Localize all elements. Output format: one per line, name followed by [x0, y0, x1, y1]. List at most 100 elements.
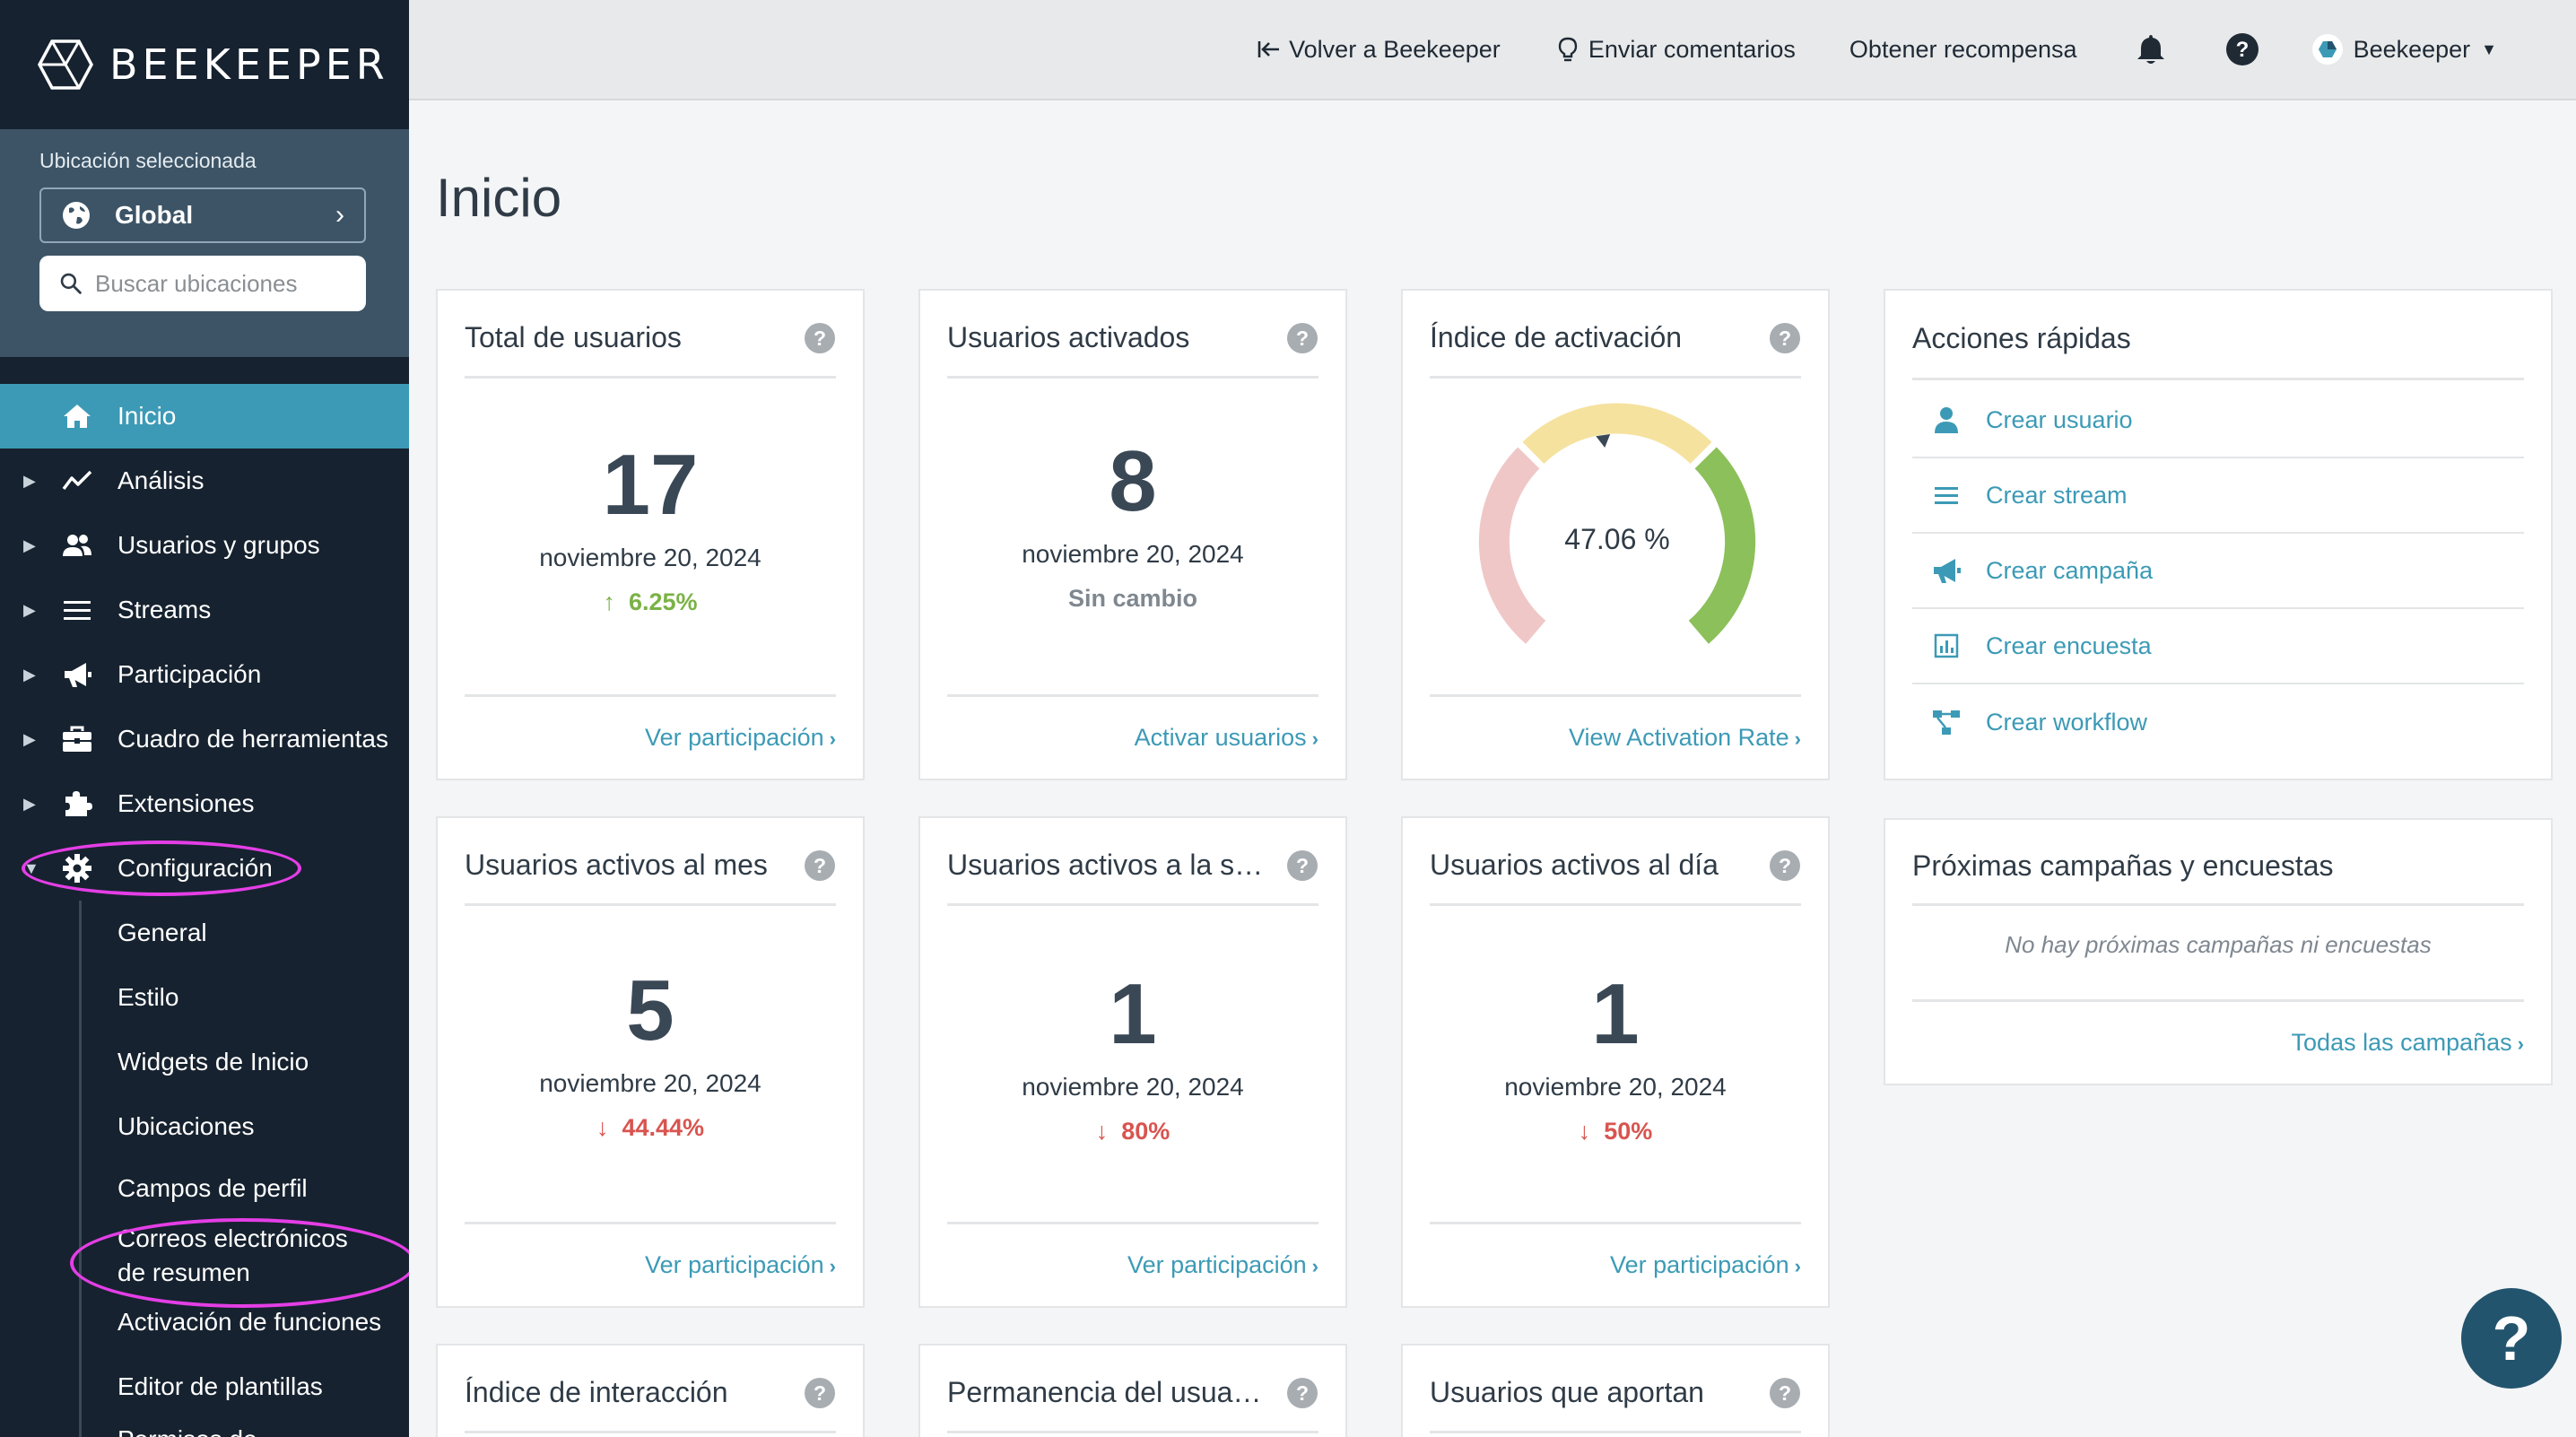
- quick-action-crear-stream[interactable]: Crear stream: [1912, 458, 2524, 534]
- quick-action-crear-usuario[interactable]: Crear usuario: [1912, 383, 2524, 458]
- sub-item-general[interactable]: General: [0, 901, 409, 965]
- arrow-up-icon: ↑: [603, 588, 629, 615]
- sub-item-ubicaciones[interactable]: Ubicaciones: [0, 1094, 409, 1159]
- sub-item-widgets[interactable]: Widgets de Inicio: [0, 1030, 409, 1094]
- sub-item-permisos[interactable]: Permisos de: [0, 1423, 409, 1437]
- gauge-segment-low: [1478, 447, 1546, 644]
- view-participation-link[interactable]: Ver participación ›: [645, 1251, 836, 1279]
- help-icon[interactable]: ?: [1769, 849, 1801, 882]
- globe-icon: [63, 202, 90, 229]
- link-label: Ver participación: [1127, 1251, 1307, 1278]
- user-name: Beekeeper: [2353, 35, 2471, 63]
- gauge-value: 47.06 %: [1564, 523, 1669, 555]
- sub-item-editor-plantillas[interactable]: Editor de plantillas: [0, 1351, 409, 1423]
- chevron-right-icon: ›: [829, 727, 836, 750]
- view-activation-rate-link[interactable]: View Activation Rate ›: [1569, 724, 1801, 752]
- card-header: Total de usuarios ?: [465, 291, 836, 379]
- sub-item-correos-resumen[interactable]: Correos electrónicos de resumen: [0, 1218, 377, 1293]
- nav-item-usuarios[interactable]: ▶ Usuarios y grupos: [0, 513, 409, 578]
- card-title: Índice de interacción: [465, 1376, 728, 1408]
- quick-action-crear-encuesta[interactable]: Crear encuesta: [1912, 609, 2524, 684]
- feedback-link[interactable]: Enviar comentarios: [1554, 36, 1796, 64]
- svg-text:?: ?: [1296, 854, 1309, 877]
- chevron-right-icon: ›: [829, 1255, 836, 1277]
- reward-label: Obtener recompensa: [1849, 35, 2077, 63]
- lightbulb-icon: [1558, 37, 1578, 62]
- nav-item-herramientas[interactable]: ▶ Cuadro de herramientas: [0, 707, 409, 771]
- caret-right-icon: ▶: [23, 471, 36, 490]
- help-icon[interactable]: ?: [804, 1377, 836, 1409]
- topbar: Volver a Beekeeper Enviar comentarios Ob…: [409, 0, 2576, 100]
- reward-link[interactable]: Obtener recompensa: [1849, 36, 2077, 64]
- svg-text:?: ?: [1296, 327, 1309, 350]
- help-icon[interactable]: ?: [1769, 1377, 1801, 1409]
- sub-item-estilo[interactable]: Estilo: [0, 965, 409, 1030]
- kpi-delta-value: 50%: [1604, 1118, 1653, 1145]
- card-footer: Ver participación ›: [1430, 1222, 1801, 1306]
- sub-item-activacion-funciones[interactable]: Activación de funciones: [0, 1293, 409, 1351]
- card-title: Permanencia del usua…: [947, 1376, 1262, 1408]
- help-icon[interactable]: ?: [1286, 322, 1318, 354]
- nav-label: Participación: [117, 660, 262, 688]
- all-campaigns-link[interactable]: Todas las campañas ›: [2292, 1029, 2524, 1057]
- user-icon: [1935, 407, 1958, 433]
- help-button[interactable]: ?: [2224, 31, 2260, 67]
- floating-help-button[interactable]: ?: [2461, 1288, 2562, 1389]
- notifications-button[interactable]: [2133, 31, 2169, 67]
- quick-action-crear-campana[interactable]: Crear campaña: [1912, 534, 2524, 609]
- kpi-date: noviembre 20, 2024: [1504, 1073, 1727, 1101]
- back-arrow-icon: [1258, 41, 1280, 57]
- nav-item-inicio[interactable]: Inicio: [0, 384, 409, 449]
- sub-item-campos-perfil[interactable]: Campos de perfil: [0, 1159, 409, 1218]
- location-selector[interactable]: Global ›: [39, 187, 366, 243]
- nav-item-participacion[interactable]: ▶ Participación: [0, 642, 409, 707]
- link-label: Activar usuarios: [1134, 724, 1307, 751]
- nav-label: Usuarios y grupos: [117, 531, 320, 559]
- back-to-beekeeper-link[interactable]: Volver a Beekeeper: [1255, 36, 1501, 64]
- quick-action-crear-workflow[interactable]: Crear workflow: [1912, 684, 2524, 760]
- card-title: Próximas campañas y encuestas: [1912, 849, 2334, 882]
- location-search-input[interactable]: [95, 269, 346, 298]
- card-indice-interaccion: Índice de interacción ?: [436, 1344, 865, 1437]
- gauge-segment-mid: [1522, 403, 1712, 465]
- kpi-delta: ↓ 80%: [920, 1118, 1345, 1145]
- arrow-down-icon: ↓: [1095, 1118, 1122, 1145]
- help-icon[interactable]: ?: [804, 322, 836, 354]
- card-footer: Activar usuarios ›: [947, 694, 1318, 779]
- svg-text:?: ?: [2235, 38, 2249, 62]
- view-participation-link[interactable]: Ver participación ›: [1610, 1251, 1801, 1279]
- nav-item-streams[interactable]: ▶ Streams: [0, 578, 409, 642]
- help-icon[interactable]: ?: [1286, 849, 1318, 882]
- help-icon[interactable]: ?: [804, 849, 836, 882]
- nav-item-analisis[interactable]: ▶ Análisis: [0, 449, 409, 513]
- nav-item-extensiones[interactable]: ▶ Extensiones: [0, 771, 409, 836]
- activate-users-link[interactable]: Activar usuarios ›: [1135, 724, 1318, 752]
- help-icon[interactable]: ?: [1769, 322, 1801, 354]
- nav-label: Extensiones: [117, 789, 255, 817]
- kpi-date: noviembre 20, 2024: [1022, 540, 1244, 568]
- location-search[interactable]: [39, 256, 366, 311]
- chevron-right-icon: ›: [1311, 1255, 1318, 1277]
- workflow-icon: [1933, 710, 1960, 735]
- view-participation-link[interactable]: Ver participación ›: [645, 724, 836, 752]
- arrow-down-icon: ↓: [1578, 1118, 1605, 1145]
- location-label: Ubicación seleccionada: [39, 149, 257, 172]
- nav-label: Inicio: [117, 402, 177, 430]
- svg-text:?: ?: [1296, 1381, 1309, 1405]
- kpi-value: 8: [1109, 433, 1157, 529]
- empty-state-text: No hay próximas campañas ni encuestas: [2005, 931, 2432, 958]
- card-total-usuarios: Total de usuarios ? 17 noviembre 20, 202…: [436, 289, 865, 780]
- view-participation-link[interactable]: Ver participación ›: [1127, 1251, 1318, 1279]
- kpi-delta: ↓ 50%: [1403, 1118, 1828, 1145]
- card-usuarios-activados: Usuarios activados ? 8 noviembre 20, 202…: [918, 289, 1347, 780]
- user-menu[interactable]: Beekeeper ▼: [2311, 34, 2497, 65]
- brand[interactable]: BEEKEEPER: [0, 0, 409, 129]
- help-icon[interactable]: ?: [1286, 1377, 1318, 1409]
- card-header: Usuarios activados ?: [947, 291, 1318, 379]
- megaphone-icon: [59, 657, 95, 692]
- kpi-delta: ↑ 6.25%: [438, 588, 863, 616]
- nav-item-configuracion[interactable]: ▼ Configuración: [0, 836, 409, 901]
- card-footer: Ver participación ›: [465, 1222, 836, 1306]
- caret-right-icon: ▶: [23, 665, 36, 684]
- caret-right-icon: ▶: [23, 600, 36, 619]
